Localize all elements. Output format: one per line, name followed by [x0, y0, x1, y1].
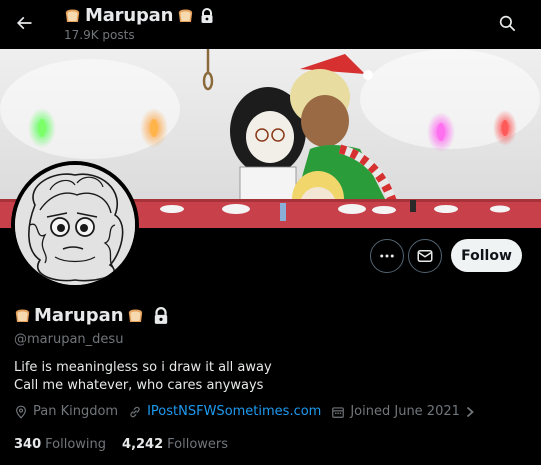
following-label: Following — [45, 437, 107, 452]
bread-emoji-icon — [177, 9, 194, 23]
profile-handle: @marupan_desu — [14, 332, 124, 347]
header-title: Marupan — [85, 5, 174, 26]
followers-stat[interactable]: 4,242 Followers — [122, 437, 228, 452]
location-pin-icon — [16, 405, 26, 419]
bread-emoji-icon — [14, 309, 31, 323]
follow-button[interactable]: Follow — [451, 239, 522, 272]
location-item: Pan Kingdom — [14, 404, 118, 419]
back-button[interactable] — [8, 7, 40, 39]
more-horizontal-icon — [380, 254, 394, 258]
profile-meta: Pan Kingdom IPostNSFWSometimes.com Joine… — [14, 404, 485, 419]
profile-header: Marupan 17.9K posts — [0, 0, 541, 49]
bio-line: Life is meaningless so i draw it all awa… — [14, 360, 272, 375]
message-button[interactable] — [408, 239, 442, 273]
search-icon — [499, 15, 516, 32]
followers-count: 4,242 — [122, 437, 164, 452]
profile-name-row: Marupan — [14, 305, 169, 326]
chevron-right-icon — [466, 406, 474, 417]
profile-avatar[interactable] — [11, 161, 139, 289]
website-link[interactable]: IPostNSFWSometimes.com — [147, 404, 321, 419]
bio-line: Call me whatever, who cares anyways — [14, 378, 264, 393]
joined-item[interactable]: Joined June 2021 — [331, 404, 475, 419]
following-stat[interactable]: 340 Following — [14, 437, 106, 452]
avatar-drawing — [15, 165, 135, 285]
location-text: Pan Kingdom — [33, 404, 119, 419]
lock-icon — [201, 7, 213, 23]
calendar-icon — [332, 406, 345, 418]
following-count: 340 — [14, 437, 42, 452]
arrow-left-icon — [16, 16, 32, 30]
profile-bio: Life is meaningless so i draw it all awa… — [14, 359, 272, 395]
link-icon — [130, 406, 140, 417]
more-options-button[interactable] — [370, 239, 404, 273]
followers-label: Followers — [167, 437, 229, 452]
bread-emoji-icon — [127, 309, 144, 323]
protected-lock-icon[interactable] — [153, 306, 169, 325]
mail-icon — [417, 250, 433, 262]
profile-stats: 340 Following 4,242 Followers — [14, 437, 228, 452]
header-title-block: Marupan 17.9K posts — [64, 5, 214, 42]
joined-text: Joined June 2021 — [350, 404, 460, 419]
post-count: 17.9K posts — [64, 28, 135, 42]
display-name: Marupan — [34, 305, 124, 326]
bread-emoji-icon — [64, 9, 81, 23]
search-button[interactable] — [493, 9, 521, 37]
website-item[interactable]: IPostNSFWSometimes.com — [128, 404, 321, 419]
